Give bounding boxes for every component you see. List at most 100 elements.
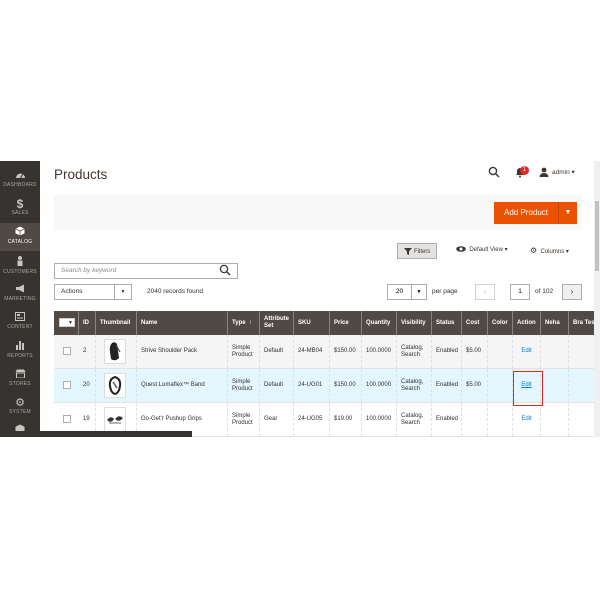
cell-name: Strive Shoulder Pack [137,335,228,368]
row-checkbox[interactable] [63,415,71,423]
cell-price: $19.00 [330,403,362,436]
sort-arrow-icon: ↑ [248,319,252,326]
cell-color [488,335,513,368]
cell-neha [541,335,569,368]
column-header-visibility[interactable]: Visibility [397,311,432,335]
cell-type: Simple Product [228,335,260,368]
scrollbar-thumb[interactable] [595,201,599,271]
default-view-dropdown[interactable]: Default View ▾ [456,246,508,253]
cell-cost: $5.00 [462,335,488,368]
admin-user-menu[interactable]: admin ▾ [552,168,575,176]
row-checkbox[interactable] [63,381,71,389]
bar-chart-icon [0,340,40,353]
cell-action: Edit [513,403,541,436]
add-product-split-toggle[interactable]: ▼ [558,202,577,224]
page-title: Products [54,167,108,182]
per-page-value[interactable]: 20 [387,284,412,300]
product-thumbnail[interactable] [104,373,126,398]
column-header-quantity[interactable]: Quantity [362,311,397,335]
cell-id: 20 [79,369,96,402]
gauge-icon [0,170,40,182]
sidebar-item-customers[interactable]: CUSTOMERS [0,253,40,281]
lumaflex-band-image [108,375,122,396]
admin-app: DASHBOARD $ SALES CATALOG CUSTOMERS MARK… [0,161,600,437]
cell-quantity: 100.0000 [362,335,397,368]
sidebar-item-reports[interactable]: REPORTS [0,337,40,365]
cell-color [488,369,513,402]
shoulder-pack-image [109,342,121,361]
mass-select-checkbox[interactable]: ▼ [59,318,75,327]
column-header-name[interactable]: Name [137,311,228,335]
cell-type: Simple Product [228,403,260,436]
cell-sku: 24-UG01 [294,369,330,402]
total-pages: of 102 [535,288,554,295]
cell-name: Quest Lumaflex™ Band [137,369,228,402]
column-header-thumbnail[interactable]: Thumbnail [96,311,137,335]
gear-icon: ⚙ [530,246,538,255]
column-header-id[interactable]: ID [79,311,96,335]
search-icon[interactable] [219,264,231,276]
filters-button[interactable]: Filters [397,243,437,259]
records-count: 2040 records found [147,288,204,295]
add-product-button[interactable]: Add Product [494,202,558,224]
cell-neha [541,403,569,436]
sidebar-item-system[interactable]: ⚙ SYSTEM [0,394,40,422]
edit-link[interactable]: Edit [521,348,531,355]
sidebar-item-catalog[interactable]: CATALOG [0,223,40,251]
columns-dropdown[interactable]: ⚙ Columns ▾ [530,246,569,255]
next-page-button[interactable]: › [562,284,582,300]
cell-visibility: Catalog, Search [397,335,432,368]
column-header-attribute-set[interactable]: Attribute Set [260,311,294,335]
person-icon [0,256,40,269]
cell-price: $150.00 [330,369,362,402]
sidebar-item-marketing[interactable]: MARKETING [0,281,40,309]
sidebar-item-content[interactable]: CONTENT [0,309,40,337]
cell-price: $150.00 [330,335,362,368]
store-icon [0,369,40,381]
mass-actions-dropdown[interactable]: Actions ▼ [54,284,132,300]
sidebar-item-sales[interactable]: $ SALES [0,195,40,223]
column-header-price[interactable]: Price [330,311,362,335]
current-page-input[interactable]: 1 [510,284,530,300]
per-page-dropdown-toggle[interactable]: ▼ [412,284,427,300]
search-icon[interactable] [488,166,500,178]
cell-visibility: Catalog, Search [397,369,432,402]
content-icon [0,312,40,324]
column-header-neha[interactable]: Neha [541,311,569,335]
sidebar-item-dashboard[interactable]: DASHBOARD [0,167,40,195]
cell-attribute-set: Default [260,369,294,402]
previous-page-button[interactable]: ‹ [475,284,495,300]
column-header-color[interactable]: Color [488,311,513,335]
cell-id: 2 [79,335,96,368]
eye-icon [456,246,466,253]
cell-cost [462,403,488,436]
table-row[interactable]: 2 Strive Shoulder Pack Simple Product De… [54,335,600,369]
column-header-cost[interactable]: Cost [462,311,488,335]
dollar-icon: $ [16,197,24,211]
megaphone-icon [0,284,40,296]
column-header-sku[interactable]: SKU [294,311,330,335]
user-icon[interactable] [539,167,549,177]
admin-sidebar: DASHBOARD $ SALES CATALOG CUSTOMERS MARK… [0,161,40,437]
notification-badge: 1 [520,166,529,175]
product-thumbnail[interactable] [104,407,126,432]
cell-type: Simple Product [228,369,260,402]
sidebar-item-stores[interactable]: STORES [0,366,40,394]
keyword-search-input[interactable]: Search by keyword [54,263,238,279]
cell-attribute-set: Default [260,335,294,368]
edit-link[interactable]: Edit [521,416,531,423]
gear-icon: ⚙ [15,397,25,409]
column-header-type[interactable]: Type ↑ [228,311,260,335]
cell-status: Enabled [432,369,462,402]
column-header-action[interactable]: Action [513,311,541,335]
cell-visibility: Catalog, Search [397,403,432,436]
grid-header: ID Thumbnail Name Type ↑ Attribute Set S… [54,311,600,335]
cell-sku: 24-UG05 [294,403,330,436]
product-thumbnail[interactable] [104,339,126,364]
chevron-down-icon: ▼ [114,285,131,299]
cell-quantity: 100.0000 [362,369,397,402]
cube-icon [0,226,40,239]
row-checkbox[interactable] [63,347,71,355]
column-header-status[interactable]: Status [432,311,462,335]
cell-cost: $5.00 [462,369,488,402]
